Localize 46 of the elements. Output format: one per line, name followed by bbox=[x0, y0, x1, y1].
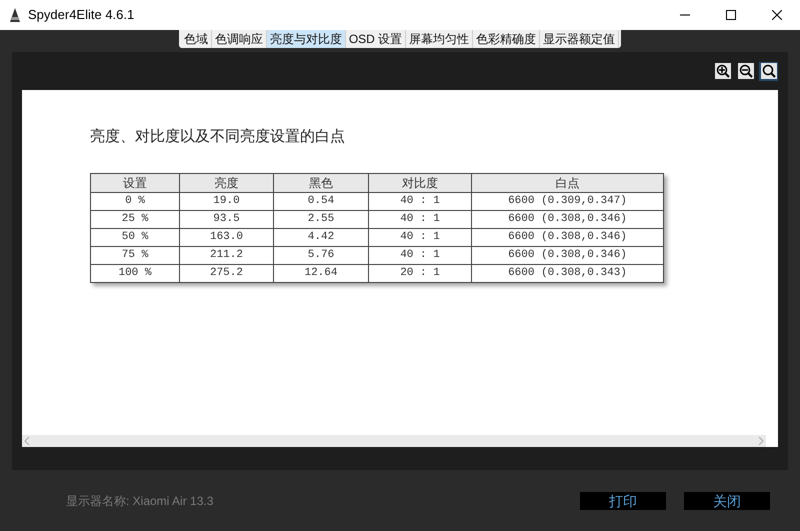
table-cell: 6600 (0.308,0.346) bbox=[472, 228, 664, 246]
zoom-in-button[interactable] bbox=[713, 62, 732, 80]
table-cell: 6600 (0.308,0.346) bbox=[472, 210, 664, 228]
close-icon bbox=[772, 10, 782, 20]
table-cell: 40 : 1 bbox=[368, 228, 472, 246]
tab[interactable]: 屏幕均匀性 bbox=[406, 30, 474, 48]
table-cell: 0.54 bbox=[274, 192, 368, 210]
table-cell: 40 : 1 bbox=[368, 192, 472, 210]
report-heading: 亮度、对比度以及不同亮度设置的白点 bbox=[90, 127, 346, 147]
zoom-fit-button[interactable] bbox=[759, 62, 778, 80]
tab[interactable]: 显示器额定值 bbox=[540, 30, 620, 48]
table-cell: 12.64 bbox=[274, 264, 368, 282]
column-header: 黑色 bbox=[274, 173, 368, 192]
table-cell: 20 : 1 bbox=[368, 264, 472, 282]
column-header: 亮度 bbox=[180, 173, 274, 192]
footer-button[interactable]: 打印 bbox=[580, 492, 666, 510]
tab[interactable]: 色彩精确度 bbox=[473, 30, 540, 48]
table-cell: 275.2 bbox=[180, 264, 274, 282]
table-cell: 19.0 bbox=[180, 192, 274, 210]
table-cell: 100 % bbox=[90, 264, 180, 282]
maximize-icon bbox=[726, 10, 736, 20]
table-cell: 211.2 bbox=[180, 246, 274, 264]
table-cell: 5.76 bbox=[274, 246, 368, 264]
table-cell: 93.5 bbox=[180, 210, 274, 228]
table-cell: 6600 (0.308,0.343) bbox=[472, 264, 664, 282]
tab[interactable]: 色域 bbox=[180, 30, 212, 48]
app-logo-icon bbox=[8, 7, 22, 23]
table-cell: 40 : 1 bbox=[368, 210, 472, 228]
column-header: 对比度 bbox=[368, 173, 472, 192]
table-cell: 0 % bbox=[90, 192, 180, 210]
table-cell: 6600 (0.308,0.346) bbox=[472, 246, 664, 264]
table-cell: 163.0 bbox=[180, 228, 274, 246]
table-cell: 75 % bbox=[90, 246, 180, 264]
table-cell: 50 % bbox=[90, 228, 180, 246]
column-header: 白点 bbox=[472, 173, 664, 192]
table-cell: 2.55 bbox=[274, 210, 368, 228]
table-cell: 40 : 1 bbox=[368, 246, 472, 264]
zoom-out-button[interactable] bbox=[736, 62, 755, 80]
table-cell: 4.42 bbox=[274, 228, 368, 246]
table-cell: 25 % bbox=[90, 210, 180, 228]
window-title: Spyder4Elite 4.6.1 bbox=[28, 6, 134, 24]
table-cell: 6600 (0.309,0.347) bbox=[472, 192, 664, 210]
display-name-label: 显示器名称: Xiaomi Air 13.3 bbox=[66, 493, 214, 510]
column-header: 设置 bbox=[90, 173, 180, 192]
footer-button[interactable]: 关闭 bbox=[684, 492, 770, 510]
tab[interactable]: 亮度与对比度 bbox=[266, 30, 346, 48]
